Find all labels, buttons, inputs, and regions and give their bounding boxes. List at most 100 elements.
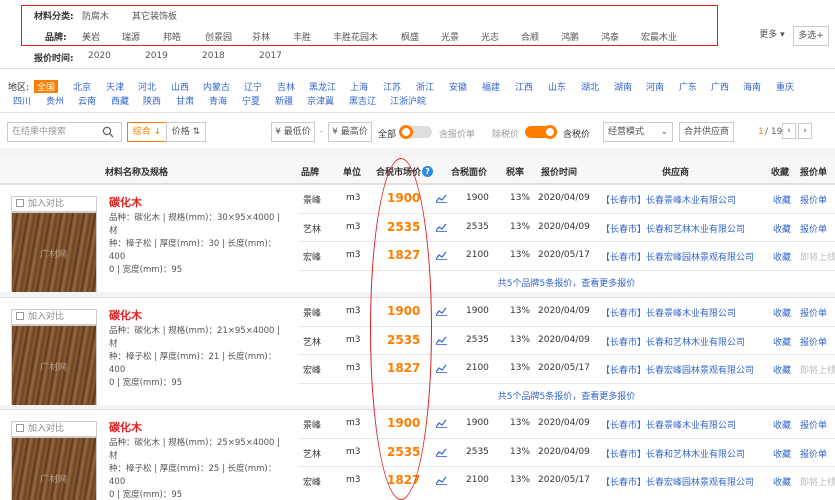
product-image[interactable]: 广材网 — [11, 325, 97, 409]
region-option[interactable]: 河南 — [646, 80, 664, 93]
region-option[interactable]: 内蒙古 — [203, 80, 230, 93]
compare-checkbox[interactable]: 加入对比 — [11, 309, 97, 325]
favorite-link[interactable]: 收藏 — [773, 306, 791, 319]
region-option[interactable]: 江西 — [515, 80, 533, 93]
year-2019[interactable]: 2019 — [145, 51, 168, 61]
region-option[interactable]: 新疆 — [275, 94, 293, 107]
year-2017[interactable]: 2017 — [259, 51, 282, 61]
favorite-link[interactable]: 收藏 — [773, 222, 791, 235]
trend-chart-icon[interactable] — [435, 476, 447, 485]
supplier-link[interactable]: 【长春市】长春宏峰园林景观有限公司 — [601, 250, 754, 263]
supplier-link[interactable]: 【长春市】长春和艺林木业有限公司 — [601, 222, 745, 235]
checkbox-icon[interactable] — [16, 199, 24, 207]
trend-chart-icon[interactable] — [435, 364, 447, 373]
trend-chart-icon[interactable] — [435, 448, 447, 457]
prev-page-button[interactable]: ‹ — [782, 123, 796, 139]
quote-sheet-link[interactable]: 报价单 — [800, 222, 827, 235]
region-option[interactable]: 湖北 — [581, 80, 599, 93]
favorite-link[interactable]: 收藏 — [773, 447, 791, 460]
supplier-link[interactable]: 【长春市】长春景峰木业有限公司 — [601, 193, 736, 206]
trend-chart-icon[interactable] — [435, 419, 447, 428]
region-option[interactable]: 重庆 — [776, 80, 794, 93]
region-option[interactable]: 上海 — [350, 80, 368, 93]
favorite-link[interactable]: 收藏 — [773, 250, 791, 263]
more-brands-button[interactable]: 更多 ▾ — [757, 26, 787, 46]
region-option[interactable]: 辽宁 — [244, 80, 262, 93]
region-option[interactable]: 甘肃 — [176, 94, 194, 107]
brand-option[interactable]: 创景园 — [205, 30, 232, 43]
region-option[interactable]: 山东 — [548, 80, 566, 93]
region-option[interactable]: 湖南 — [614, 80, 632, 93]
checkbox-icon[interactable] — [16, 312, 24, 320]
quote-sheet-link[interactable]: 报价单 — [800, 447, 827, 460]
region-option[interactable]: 黑吉辽 — [349, 94, 376, 107]
product-name[interactable]: 碳化木 — [109, 307, 142, 323]
help-icon[interactable]: ? — [422, 166, 434, 177]
region-option[interactable]: 河北 — [138, 80, 156, 93]
year-2020[interactable]: 2020 — [88, 51, 111, 61]
region-option[interactable]: 吉林 — [277, 80, 295, 93]
region-option[interactable]: 陕西 — [143, 94, 161, 107]
region-option[interactable]: 青海 — [209, 94, 227, 107]
supplier-link[interactable]: 【长春市】长春景峰木业有限公司 — [601, 418, 736, 431]
region-option[interactable]: 江苏 — [383, 80, 401, 93]
quote-sheet-link[interactable]: 报价单 — [800, 306, 827, 319]
trend-chart-icon[interactable] — [435, 194, 447, 203]
supplier-link[interactable]: 【长春市】长春和艺林木业有限公司 — [601, 335, 745, 348]
region-option[interactable]: 贵州 — [46, 94, 64, 107]
region-option[interactable]: 云南 — [78, 94, 96, 107]
brand-option[interactable]: 宏晨木业 — [641, 30, 677, 43]
product-image[interactable]: 广材网 — [11, 212, 97, 296]
max-price-input[interactable]: ¥ 最高价 — [328, 122, 372, 142]
region-option[interactable]: 江浙沪皖 — [390, 94, 426, 107]
favorite-link[interactable]: 收藏 — [773, 193, 791, 206]
product-image[interactable]: 广材网 — [11, 437, 97, 500]
region-option[interactable]: 福建 — [482, 80, 500, 93]
supplier-link[interactable]: 【长春市】长春宏峰园林景观有限公司 — [601, 475, 754, 488]
region-option[interactable]: 浙江 — [416, 80, 434, 93]
category-fangfumu[interactable]: 防腐木 — [82, 9, 109, 22]
category-other-board[interactable]: 其它装饰板 — [132, 9, 177, 22]
supplier-link[interactable]: 【长春市】长春和艺林木业有限公司 — [601, 447, 745, 460]
brand-option[interactable]: 邦皓 — [163, 30, 181, 43]
region-option[interactable]: 安徽 — [449, 80, 467, 93]
product-name[interactable]: 碳化木 — [109, 419, 142, 435]
trend-chart-icon[interactable] — [435, 251, 447, 260]
brand-option[interactable]: 芬林 — [252, 30, 270, 43]
region-option[interactable]: 西藏 — [111, 94, 129, 107]
region-option[interactable]: 广东 — [679, 80, 697, 93]
next-page-button[interactable]: › — [798, 123, 812, 139]
product-name[interactable]: 碳化木 — [109, 194, 142, 210]
region-option[interactable]: 京津冀 — [307, 94, 334, 107]
checkbox-icon[interactable] — [16, 424, 24, 432]
region-option[interactable]: 宁夏 — [242, 94, 260, 107]
compare-checkbox[interactable]: 加入对比 — [11, 421, 97, 437]
sort-composite-button[interactable]: 综合 ↓ — [127, 122, 167, 142]
region-option[interactable]: 广西 — [711, 80, 729, 93]
quote-sheet-link[interactable]: 报价单 — [800, 193, 827, 206]
favorite-link[interactable]: 收藏 — [773, 335, 791, 348]
brand-option[interactable]: 丰胜花园木 — [333, 30, 378, 43]
sort-price-button[interactable]: 价格 ⇅ — [166, 122, 206, 142]
merge-supplier-button[interactable]: 合并供应商 — [679, 122, 734, 142]
favorite-link[interactable]: 收藏 — [773, 418, 791, 431]
brand-option[interactable]: 合顺 — [521, 30, 539, 43]
quote-sheet-link[interactable]: 报价单 — [800, 335, 827, 348]
quote-toggle[interactable] — [399, 125, 432, 139]
region-option[interactable]: 山西 — [171, 80, 189, 93]
region-option[interactable]: 海南 — [743, 80, 761, 93]
brand-option[interactable]: 鸿鹏 — [561, 30, 579, 43]
brand-option[interactable]: 丰胜 — [293, 30, 311, 43]
supplier-link[interactable]: 【长春市】长春宏峰园林景观有限公司 — [601, 363, 754, 376]
multi-select-button[interactable]: 多选+ — [793, 26, 829, 46]
region-option[interactable]: 黑龙江 — [309, 80, 336, 93]
compare-checkbox[interactable]: 加入对比 — [11, 196, 97, 212]
region-option[interactable]: 四川 — [13, 94, 31, 107]
search-icon[interactable] — [102, 126, 114, 141]
brand-option[interactable]: 鸿泰 — [601, 30, 619, 43]
region-option[interactable]: 北京 — [73, 80, 91, 93]
tax-toggle[interactable] — [525, 125, 557, 139]
region-option[interactable]: 全国 — [34, 80, 59, 93]
brand-option[interactable]: 枫盛 — [401, 30, 419, 43]
favorite-link[interactable]: 收藏 — [773, 475, 791, 488]
